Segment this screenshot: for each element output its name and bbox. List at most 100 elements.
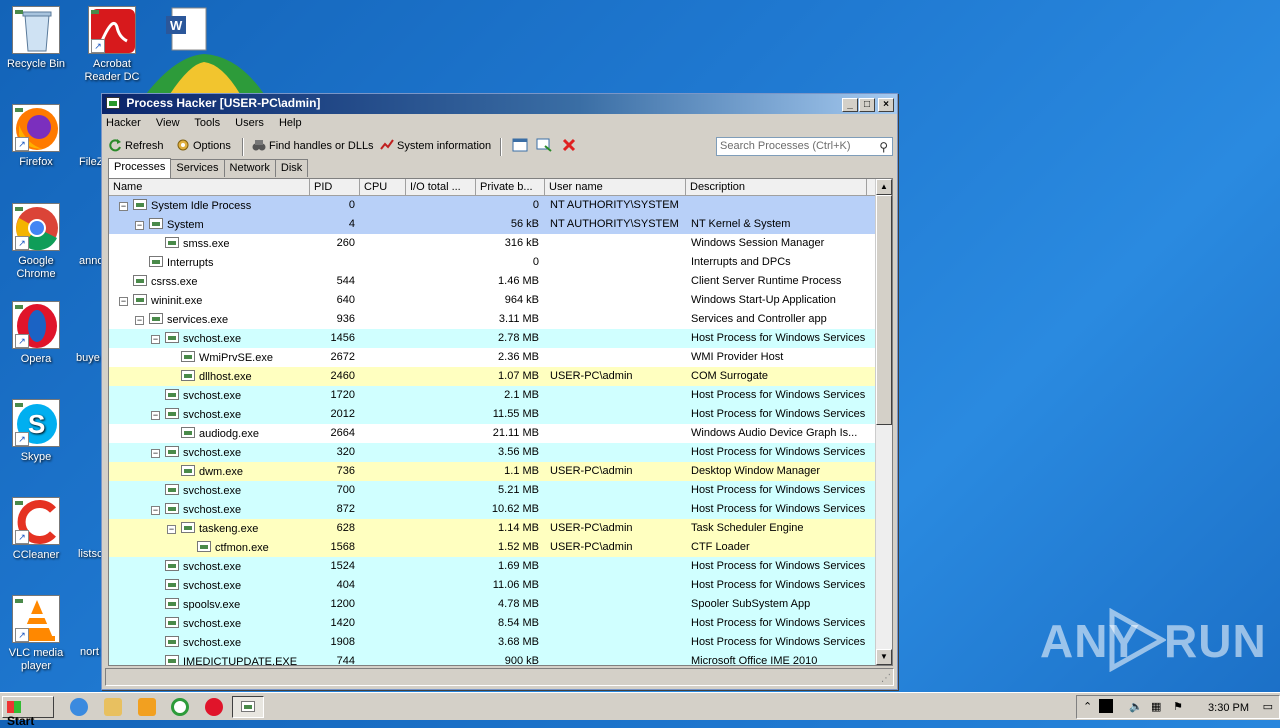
chrome-taskbar-icon[interactable] — [171, 698, 189, 716]
column-header-cpu[interactable]: CPU — [360, 179, 406, 196]
desktop-icon-skype[interactable]: S ↗ Skype — [0, 399, 72, 464]
menu-tools[interactable]: Tools — [194, 117, 220, 129]
process-row[interactable]: svchost.exe 1420 8.54 MB Host Process for W… — [109, 614, 875, 633]
column-header-io-total[interactable]: I/O total ... — [406, 179, 476, 196]
tab-services[interactable]: Services — [170, 159, 225, 177]
tray-app-icon[interactable] — [1099, 699, 1113, 713]
collapse-toggle-icon[interactable]: − — [119, 297, 128, 306]
firefox-icon: ↗ — [12, 104, 60, 152]
process-row[interactable]: svchost.exe 1524 1.69 MB Host Process for W… — [109, 557, 875, 576]
menu-help[interactable]: Help — [279, 117, 302, 129]
column-header-pid[interactable]: PID — [310, 179, 360, 196]
process-row[interactable]: − svchost.exe 872 10.62 MB Host Process for … — [109, 500, 875, 519]
process-hacker-window[interactable]: Process Hacker [USER-PC\admin] _ □ × Hacke… — [101, 93, 898, 690]
collapse-toggle-icon[interactable]: − — [167, 525, 176, 534]
start-button[interactable]: Start — [2, 696, 54, 728]
description-cell: Host Process for Windows Services — [691, 579, 865, 591]
window-button[interactable] — [512, 138, 529, 152]
process-row[interactable]: − svchost.exe 1456 2.78 MB Host Process for … — [109, 329, 875, 348]
process-hacker-taskbar-button[interactable] — [232, 696, 264, 718]
tab-processes[interactable]: Processes — [108, 158, 172, 178]
collapse-toggle-icon[interactable]: − — [151, 411, 160, 420]
process-row[interactable]: dwm.exe 736 1.1 MB USER-PC\admin Desktop Win… — [109, 462, 875, 481]
process-row[interactable]: ctfmon.exe 1568 1.52 MB USER-PC\admin CTF Lo… — [109, 538, 875, 557]
scroll-up-button[interactable]: ▲ — [876, 179, 892, 195]
process-row[interactable]: svchost.exe 404 11.06 MB Host Process for W… — [109, 576, 875, 595]
desktop-icon-chrome[interactable]: ↗ Google Chrome — [0, 203, 72, 281]
desktop-icon-acrobat[interactable]: ↗ Acrobat Reader DC — [76, 6, 148, 84]
find-window-button[interactable] — [536, 138, 553, 152]
title-bar[interactable]: Process Hacker [USER-PC\admin] _ □ × — [102, 94, 897, 114]
process-row[interactable]: svchost.exe 700 5.21 MB Host Process for Wi… — [109, 481, 875, 500]
process-row[interactable]: WmiPrvSE.exe 2672 2.36 MB WMI Provider Host — [109, 348, 875, 367]
desktop-icon-firefox[interactable]: ↗ Firefox — [0, 104, 72, 169]
process-row[interactable]: smss.exe 260 316 kB Windows Session Manager — [109, 234, 875, 253]
column-header-private-bytes[interactable]: Private b... — [476, 179, 545, 196]
process-row[interactable]: − svchost.exe 320 3.56 MB Host Process for W… — [109, 443, 875, 462]
collapse-toggle-icon[interactable]: − — [135, 316, 144, 325]
process-row[interactable]: svchost.exe 1908 3.68 MB Host Process for W… — [109, 633, 875, 652]
search-icon[interactable]: ⚲ — [879, 140, 888, 154]
desktop-icon-recycle-bin[interactable]: Recycle Bin — [0, 6, 72, 71]
process-row[interactable]: csrss.exe 544 1.46 MB Client Server Runtime… — [109, 272, 875, 291]
column-header-name[interactable]: Name — [109, 179, 310, 196]
process-row[interactable]: − services.exe 936 3.11 MB Services and Cont… — [109, 310, 875, 329]
tab-network[interactable]: Network — [223, 159, 276, 177]
process-list[interactable]: Name PID CPU I/O total ... Private b... … — [108, 178, 893, 666]
process-row[interactable]: spoolsv.exe 1200 4.78 MB Spooler SubSystem … — [109, 595, 875, 614]
network-icon[interactable]: ▦ — [1151, 700, 1161, 713]
description-cell: Host Process for Windows Services — [691, 503, 865, 515]
menu-hacker[interactable]: Hacker — [106, 117, 141, 129]
opera-taskbar-icon[interactable] — [205, 698, 223, 716]
process-row[interactable]: audiodg.exe 2664 21.11 MB Windows Audio Dev… — [109, 424, 875, 443]
vertical-scrollbar[interactable]: ▲ ▼ — [875, 179, 892, 665]
action-center-flag-icon[interactable]: ⚑ — [1173, 700, 1183, 713]
collapse-toggle-icon[interactable]: − — [135, 221, 144, 230]
close-button[interactable]: × — [878, 98, 894, 112]
process-name: dwm.exe — [199, 466, 244, 478]
terminate-button[interactable] — [562, 138, 579, 152]
tray-expand-icon[interactable]: ⌃ — [1083, 700, 1092, 713]
minimize-button[interactable]: _ — [842, 98, 858, 112]
desktop-icon-opera[interactable]: ↗ Opera — [0, 301, 72, 366]
media-player-icon[interactable] — [138, 698, 156, 716]
desktop-icon-ccleaner[interactable]: ↗ CCleaner — [0, 497, 72, 562]
search-processes-input[interactable]: Search Processes (Ctrl+K) ⚲ — [716, 137, 893, 156]
maximize-button[interactable]: □ — [859, 98, 875, 112]
refresh-button[interactable]: Refresh — [108, 138, 164, 152]
column-header-description[interactable]: Description — [686, 179, 867, 196]
desktop-icon-vlc[interactable]: ↗ VLC media player — [0, 595, 72, 673]
system-information-button[interactable]: System information — [380, 138, 491, 152]
collapse-toggle-icon[interactable]: − — [151, 335, 160, 344]
private-bytes-cell: 1.52 MB — [498, 541, 539, 553]
process-row[interactable]: − svchost.exe 2012 11.55 MB Host Process for… — [109, 405, 875, 424]
collapse-toggle-icon[interactable]: − — [119, 202, 128, 211]
process-row[interactable]: − taskeng.exe 628 1.14 MB USER-PC\admin Task … — [109, 519, 875, 538]
clock[interactable]: 3:30 PM — [1208, 702, 1249, 714]
scroll-thumb[interactable] — [876, 195, 892, 425]
collapse-toggle-icon[interactable]: − — [151, 506, 160, 515]
process-row[interactable]: Interrupts 0 Interrupts and DPCs — [109, 253, 875, 272]
tab-disk[interactable]: Disk — [274, 159, 309, 177]
process-row[interactable]: svchost.exe 1720 2.1 MB Host Process for Wi… — [109, 386, 875, 405]
options-button[interactable]: Options — [176, 138, 231, 152]
scroll-down-button[interactable]: ▼ — [876, 649, 892, 665]
process-row[interactable]: − System Idle Process 0 0 NT AUTHORITY\SYSTE… — [109, 196, 875, 215]
process-row[interactable]: dllhost.exe 2460 1.07 MB USER-PC\admin COM S… — [109, 367, 875, 386]
menu-view[interactable]: View — [156, 117, 180, 129]
file-explorer-icon[interactable] — [104, 698, 122, 716]
find-handles-button[interactable]: Find handles or DLLs — [252, 138, 374, 152]
collapse-toggle-icon[interactable]: − — [151, 449, 160, 458]
process-row[interactable]: IMEDICTUPDATE.EXE 744 900 kB Microsoft Offi… — [109, 652, 875, 665]
word-document-icon[interactable]: W — [164, 6, 212, 54]
menu-users[interactable]: Users — [235, 117, 264, 129]
resize-grip-icon[interactable]: ⋰ — [881, 673, 891, 684]
process-row[interactable]: − wininit.exe 640 964 kB Windows Start-Up Ap… — [109, 291, 875, 310]
column-header-user-name[interactable]: User name — [545, 179, 686, 196]
private-bytes-cell: 3.68 MB — [498, 636, 539, 648]
description-cell: Windows Start-Up Application — [691, 294, 836, 306]
volume-icon[interactable]: 🔈 — [1129, 700, 1143, 713]
internet-explorer-icon[interactable] — [70, 698, 88, 716]
process-row[interactable]: − System 4 56 kB NT AUTHORITY\SYSTEM NT Kerne… — [109, 215, 875, 234]
show-desktop-icon[interactable]: ▭ — [1263, 700, 1273, 713]
